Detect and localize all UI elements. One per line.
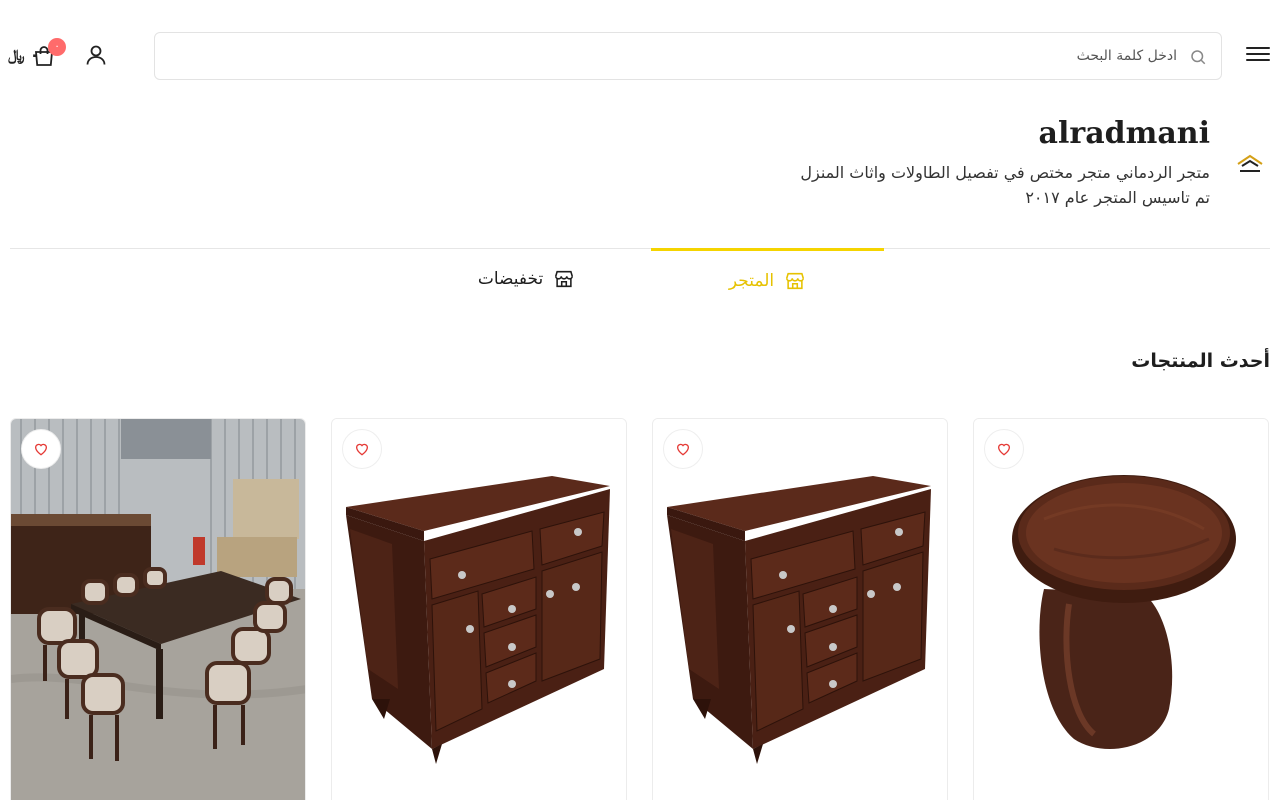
favorite-button[interactable] <box>342 429 382 469</box>
tab-discounts[interactable]: تخفيضات <box>410 248 643 310</box>
product-image[interactable] <box>974 419 1269 800</box>
product-card[interactable] <box>973 418 1269 800</box>
tab-store[interactable]: المتجر <box>651 248 884 310</box>
user-icon[interactable] <box>84 43 108 67</box>
favorite-button[interactable] <box>984 429 1024 469</box>
store-description: متجر الردماني متجر مختص في تفصيل الطاولا… <box>800 163 1210 207</box>
product-image[interactable] <box>332 419 627 800</box>
product-card[interactable] <box>331 418 627 800</box>
search-bar <box>154 32 1222 80</box>
heart-icon <box>676 443 690 456</box>
product-image[interactable] <box>11 419 306 800</box>
product-card[interactable] <box>10 418 306 800</box>
site-header: ٠ ٠ ﷼ <box>0 0 1280 110</box>
search-icon[interactable] <box>1189 48 1207 66</box>
heart-icon <box>997 443 1011 456</box>
search-input[interactable] <box>167 33 1177 79</box>
menu-icon[interactable] <box>1246 44 1270 66</box>
product-image[interactable] <box>653 419 948 800</box>
store-name: alradmani <box>1038 116 1210 151</box>
section-title: أحدث المنتجات <box>1131 350 1270 372</box>
heart-icon <box>34 443 48 456</box>
cart-count-badge: ٠ <box>48 38 66 56</box>
heart-icon <box>355 443 369 456</box>
tab-discounts-label: تخفيضات <box>477 269 544 289</box>
product-card[interactable] <box>652 418 948 800</box>
tab-store-label: المتجر <box>728 270 775 291</box>
store-logo <box>1237 154 1263 172</box>
store-icon <box>555 270 574 288</box>
favorite-button[interactable] <box>21 429 61 469</box>
favorite-button[interactable] <box>663 429 703 469</box>
cart-total: ٠ ﷼ <box>8 46 39 64</box>
store-icon <box>786 272 805 289</box>
